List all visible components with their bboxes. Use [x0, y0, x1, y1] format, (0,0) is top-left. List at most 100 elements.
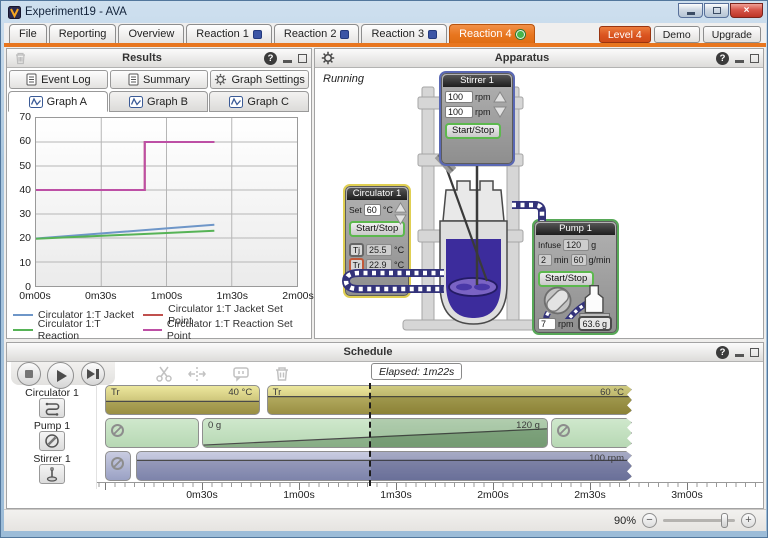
increment-arrow[interactable] — [394, 202, 407, 213]
panel-minimize-icon[interactable] — [283, 59, 292, 63]
time-axis-label: 1m30s — [380, 489, 412, 501]
pump-speed-field[interactable]: 7 — [538, 317, 556, 330]
skip-to-end-button[interactable] — [81, 362, 105, 386]
circulator-device-button[interactable] — [39, 398, 65, 418]
zoom-in-button[interactable]: + — [741, 513, 756, 528]
infuse-rate-field[interactable]: 60 — [570, 253, 587, 266]
schedule-block[interactable]: Tr 60 °C — [267, 385, 632, 415]
disabled-icon — [557, 424, 570, 437]
unit-label: min — [554, 254, 569, 265]
tr-button[interactable]: Tr — [349, 257, 364, 272]
stirrer-start-stop-button[interactable]: Start/Stop — [445, 123, 502, 139]
annotation-icon[interactable] — [232, 365, 250, 383]
tab-reaction-2[interactable]: Reaction 2 — [273, 24, 360, 43]
tab-graph-b[interactable]: Graph B — [108, 91, 209, 112]
minimize-button[interactable] — [678, 3, 703, 18]
window-title: Experiment19 - AVA — [25, 6, 127, 18]
infuse-time-field[interactable]: 2 — [538, 253, 552, 266]
schedule-track-2: 0 g 120 g — [97, 418, 763, 448]
tab-overview[interactable]: Overview — [118, 24, 185, 43]
schedule-track-1: Tr 40 °C Tr 60 °C — [97, 385, 763, 415]
tab-graph-a[interactable]: Graph A — [8, 91, 108, 112]
x-axis-tick-label: 1m30s — [216, 290, 248, 302]
panel-minimize-icon[interactable] — [735, 59, 744, 63]
help-icon[interactable]: ? — [264, 51, 277, 65]
panel-maximize-icon[interactable] — [750, 347, 759, 357]
zoom-slider[interactable] — [663, 513, 735, 528]
zoom-out-button[interactable]: − — [642, 513, 657, 528]
plot-area[interactable] — [35, 117, 298, 287]
event-log-button[interactable]: Event Log — [9, 70, 108, 89]
app-window: Experiment19 - AVA × File Reporting Over… — [0, 0, 768, 538]
y-axis-tick-label: 50 — [19, 159, 31, 172]
x-axis-tick-label: 0m00s — [19, 290, 51, 302]
schedule-block[interactable] — [105, 418, 199, 448]
schedule-timeline[interactable]: Tr 40 °C Tr 60 °C 0 g 120 g 100 rpm — [97, 383, 763, 490]
waveform-icon — [229, 95, 244, 108]
elapsed-marker-line — [369, 383, 372, 486]
panel-minimize-icon[interactable] — [735, 353, 744, 357]
unit-label: rpm — [558, 318, 574, 329]
schedule-block[interactable] — [551, 418, 632, 448]
increment-arrow[interactable] — [492, 90, 507, 103]
circulator-setpoint-input[interactable]: 60 — [363, 203, 381, 216]
tab-reporting[interactable]: Reporting — [48, 24, 117, 43]
gear-icon — [215, 73, 227, 86]
decrement-arrow[interactable] — [394, 214, 407, 225]
document-icon — [128, 73, 139, 86]
pump-device-button[interactable] — [39, 431, 65, 451]
schedule-block[interactable] — [105, 451, 131, 481]
trash-icon[interactable] — [14, 51, 27, 65]
tab-graph-c[interactable]: Graph C — [209, 91, 310, 112]
block-start-label: Tr — [272, 387, 282, 398]
tab-file[interactable]: File — [9, 24, 47, 43]
apparatus-title: Apparatus — [494, 52, 550, 64]
panel-maximize-icon[interactable] — [298, 53, 307, 63]
graph-settings-button[interactable]: Graph Settings — [210, 70, 310, 89]
stirrer-actual-value[interactable]: 100 — [445, 105, 473, 118]
tj-button[interactable]: Tj — [349, 242, 364, 257]
legend-swatch — [13, 328, 33, 331]
stop-button[interactable] — [17, 362, 41, 386]
summary-button[interactable]: Summary — [109, 70, 209, 89]
help-icon[interactable]: ? — [716, 51, 729, 65]
zoom-slider-thumb[interactable] — [721, 513, 728, 528]
legend-swatch — [143, 328, 162, 331]
level-4-button[interactable]: Level 4 — [598, 26, 651, 43]
infuse-label: Infuse — [538, 239, 562, 250]
upgrade-button[interactable]: Upgrade — [702, 26, 761, 43]
block-end-label: 40 °C — [228, 387, 253, 398]
cut-icon[interactable] — [155, 365, 173, 383]
tab-reaction-4[interactable]: Reaction 4 — [449, 24, 535, 43]
trash-icon[interactable] — [273, 365, 291, 383]
help-icon[interactable]: ? — [716, 345, 729, 359]
maximize-button[interactable] — [704, 3, 729, 18]
log-icon — [26, 73, 37, 86]
y-axis-tick-label: 70 — [19, 111, 31, 123]
tab-reaction-3[interactable]: Reaction 3 — [361, 24, 448, 43]
y-axis-tick-label: 40 — [19, 183, 31, 196]
stirrer-setpoint-input[interactable]: 100 — [445, 90, 473, 103]
gear-icon[interactable] — [321, 51, 335, 65]
infuse-mass-field[interactable]: 120 — [563, 238, 590, 251]
schedule-block[interactable]: 0 g 120 g — [201, 418, 548, 448]
waveform-icon — [28, 95, 43, 108]
y-axis-tick-label: 20 — [19, 232, 31, 245]
schedule-block[interactable]: Tr 40 °C — [105, 385, 261, 415]
close-button[interactable]: × — [730, 3, 763, 18]
pump-widget-title: Pump 1 — [536, 223, 615, 235]
schedule-block[interactable]: 100 rpm — [136, 451, 632, 481]
legend-series-name: Circulator 1:T Reaction — [37, 317, 101, 342]
y-axis-tick-label: 10 — [19, 256, 31, 269]
nudge-icon[interactable] — [188, 365, 206, 383]
unit-label: rpm — [475, 106, 491, 117]
decrement-arrow[interactable] — [492, 106, 507, 118]
stirrer-device-button[interactable] — [39, 464, 65, 484]
title-bar[interactable]: Experiment19 - AVA × — [1, 1, 767, 23]
panel-maximize-icon[interactable] — [750, 53, 759, 63]
tab-reaction-1[interactable]: Reaction 1 — [186, 24, 272, 43]
demo-button[interactable]: Demo — [653, 26, 700, 43]
legend-swatch — [143, 313, 164, 316]
schedule-time-axis: 0m30s 1m00s 1m30s 2m00s 2m30s 3m00s — [97, 489, 763, 503]
results-panel: Results ? Event Log Summary Graph Settin… — [6, 48, 314, 342]
